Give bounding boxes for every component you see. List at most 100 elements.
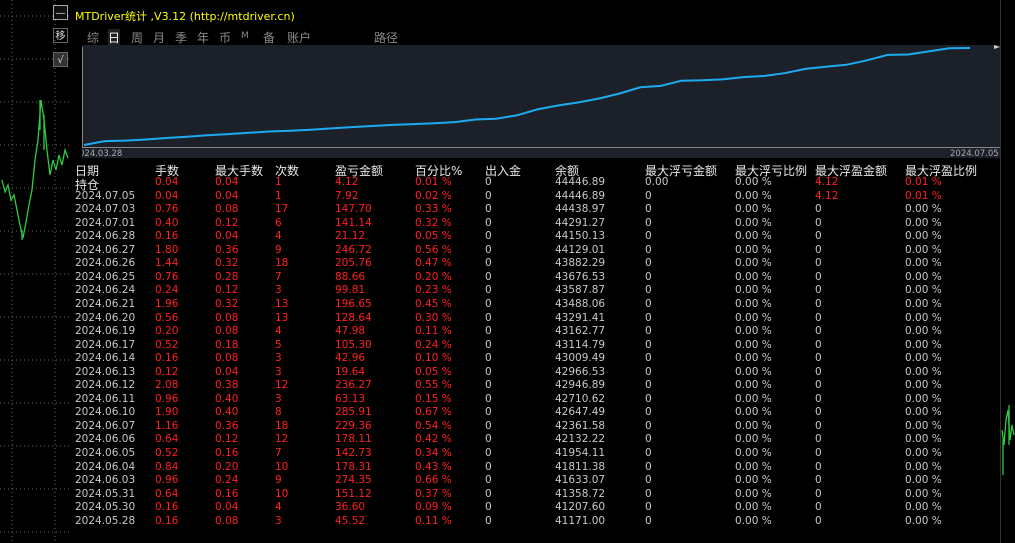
table-cell: 0.37 % <box>415 487 452 500</box>
table-row: 2024.05.28 0.16 0.08 3 45.52 0.11 % 0 41171.00 0… <box>70 515 1000 529</box>
table-cell: 0.47 % <box>415 257 452 270</box>
table-cell: 0 <box>645 406 652 419</box>
table-cell: 0.09 % <box>415 501 452 514</box>
table-row: 2024.06.26 1.44 0.32 18 205.76 0.47 % 0 43882.2… <box>70 257 1000 271</box>
table-cell: 0.54 % <box>415 419 452 432</box>
minimize-button[interactable]: — <box>53 5 68 20</box>
table-cell: 0 <box>815 501 822 514</box>
table-cell: 12 <box>275 379 289 392</box>
table-cell: 0.38 <box>215 379 239 392</box>
tab-9[interactable]: 账户 <box>287 29 311 46</box>
checkbox-toggle[interactable]: √ <box>53 52 68 67</box>
table-cell: 1.90 <box>155 406 179 419</box>
tab-4[interactable]: 季 <box>175 29 187 46</box>
table-cell: 0.24 <box>215 474 239 487</box>
table-cell: 0.00 % <box>735 230 772 243</box>
table-cell: 0 <box>485 460 492 473</box>
tab-10[interactable]: 路径 <box>374 29 398 46</box>
table-cell: 0.34 % <box>415 447 452 459</box>
tab-2[interactable]: 周 <box>131 29 143 46</box>
table-cell: 0 <box>485 379 492 392</box>
table-cell: 0 <box>485 325 492 338</box>
table-cell: 0 <box>815 365 822 378</box>
table-cell: 44446.89 <box>555 189 606 202</box>
move-button[interactable]: 移 <box>53 28 68 43</box>
table-cell: 0.16 <box>215 487 239 500</box>
panel-titlebar: MTDriver统计 ,V3.12 (http://mtdriver.cn) <box>70 0 1000 27</box>
table-cell: 0 <box>645 216 652 229</box>
table-cell: 0 <box>485 501 492 514</box>
table-cell: 0 <box>645 284 652 297</box>
table-cell: 2024.05.28 <box>75 514 136 527</box>
table-cell: 0.08 <box>215 325 239 338</box>
table-cell: 0.45 % <box>415 297 452 310</box>
table-row: 2024.06.07 1.16 0.36 18 229.36 0.54 % 0 42361.5… <box>70 420 1000 434</box>
table-cell: 0.00 % <box>735 474 772 487</box>
tab-1[interactable]: 日 <box>108 29 121 46</box>
table-cell: 236.27 <box>335 379 372 392</box>
table-cell: 0 <box>645 338 652 351</box>
table-cell: 1.44 <box>155 257 179 270</box>
table-cell: 0.12 <box>215 216 239 229</box>
table-cell: 196.65 <box>335 297 372 310</box>
table-cell: 43488.06 <box>555 297 606 310</box>
table-cell: 0.20 % <box>415 270 452 283</box>
table-cell: 0.00 % <box>735 203 772 216</box>
table-row: 2024.05.30 0.16 0.04 4 36.60 0.09 % 0 41207.60 0… <box>70 501 1000 515</box>
tab-0[interactable]: 综 <box>87 29 99 46</box>
table-cell: 0.00 % <box>905 257 942 270</box>
table-cell: 2024.05.30 <box>75 501 136 514</box>
table-cell: 0.76 <box>155 203 179 216</box>
table-cell: 1.80 <box>155 243 179 256</box>
table-cell: 0.00 % <box>735 311 772 324</box>
table-cell: 0.00 % <box>735 447 772 459</box>
table-cell: 0 <box>485 406 492 419</box>
table-cell: 0.01 % <box>905 176 942 188</box>
table-cell: 4.12 <box>815 189 839 202</box>
table-cell: 0.00 % <box>735 501 772 514</box>
table-cell: 0.00 % <box>735 216 772 229</box>
table-row: 2024.06.05 0.52 0.16 7 142.73 0.34 % 0 41954.11… <box>70 447 1000 461</box>
table-cell: 0 <box>485 447 492 459</box>
table-cell: 0.00 % <box>905 270 942 283</box>
table-cell: 4 <box>275 501 282 514</box>
panel-title: MTDriver统计 ,V3.12 (http://mtdriver.cn) <box>75 10 295 23</box>
table-cell: 0.52 <box>155 447 179 459</box>
table-cell: 0 <box>815 338 822 351</box>
table-cell: 0.00 % <box>905 514 942 527</box>
table-cell: 178.11 <box>335 433 372 446</box>
table-cell: 0 <box>645 230 652 243</box>
table-cell: 0.32 <box>215 257 239 270</box>
tab-3[interactable]: 月 <box>153 29 165 46</box>
panel-right-border <box>1000 0 1001 543</box>
table-row: 2024.06.21 1.96 0.32 13 196.65 0.45 % 0 43488.0… <box>70 298 1000 312</box>
table-cell: 0.32 % <box>415 216 452 229</box>
tab-7[interactable]: M <box>241 31 249 41</box>
table-cell: 0.16 <box>155 352 179 365</box>
table-cell: 43587.87 <box>555 284 606 297</box>
table-cell: 42361.58 <box>555 419 606 432</box>
table-cell: 0 <box>815 379 822 392</box>
table-cell: 0.24 % <box>415 338 452 351</box>
table-cell: 0.42 % <box>415 433 452 446</box>
table-cell: 0 <box>815 419 822 432</box>
table-cell: 4.12 <box>335 176 359 188</box>
table-cell: 0.00 % <box>905 501 942 514</box>
table-cell: 0.00 % <box>905 284 942 297</box>
tab-5[interactable]: 年 <box>197 29 209 46</box>
table-cell: 4.12 <box>815 176 839 188</box>
table-cell: 0.00 % <box>905 406 942 419</box>
table-row: 2024.06.12 2.08 0.38 12 236.27 0.55 % 0 42946.8… <box>70 379 1000 393</box>
table-cell: 0.11 % <box>415 325 452 338</box>
table-cell: 0 <box>645 392 652 405</box>
table-cell: 0.67 % <box>415 406 452 419</box>
table-cell: 99.81 <box>335 284 366 297</box>
table-cell: 2024.06.27 <box>75 243 136 256</box>
tab-8[interactable]: 备 <box>263 29 275 46</box>
table-row: 持仓 0.04 0.04 1 4.12 0.01 % 0 44446.89 0.00 0.00 %… <box>70 176 1000 192</box>
table-cell: 0 <box>645 352 652 365</box>
tab-6[interactable]: 币 <box>219 29 231 46</box>
table-cell: 0.00 % <box>735 392 772 405</box>
table-cell: 3 <box>275 514 282 527</box>
table-cell: 0.00 % <box>735 270 772 283</box>
